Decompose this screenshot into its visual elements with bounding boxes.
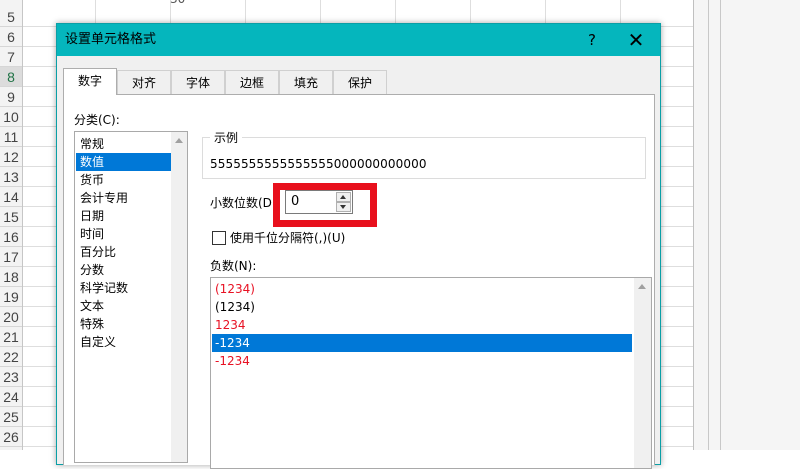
category-item[interactable]: 会计专用 <box>76 189 171 207</box>
negative-format-item[interactable]: (1234) <box>212 298 632 316</box>
category-item[interactable]: 分数 <box>76 261 171 279</box>
negative-format-item-selected[interactable]: -1234 <box>212 334 632 352</box>
category-item[interactable]: 特殊 <box>76 315 171 333</box>
help-icon[interactable]: ? <box>570 24 614 56</box>
row-header-column: 5 6 7 8 9 10 11 12 13 14 15 16 17 18 19 20 21 22 23 24 25 26 <box>0 0 23 450</box>
row-number[interactable]: 7 <box>0 47 22 67</box>
category-item[interactable]: 自定义 <box>76 333 171 351</box>
close-icon[interactable]: ✕ <box>614 24 658 56</box>
right-pane <box>693 0 800 450</box>
negative-scrollbar[interactable] <box>634 278 651 468</box>
category-item[interactable]: 时间 <box>76 225 171 243</box>
row-number[interactable]: 14 <box>0 187 22 207</box>
sample-label: 示例 <box>210 129 243 146</box>
row-number[interactable]: 23 <box>0 367 22 387</box>
row-number[interactable]: 9 <box>0 87 22 107</box>
partial-cell-text: 30 <box>170 0 185 6</box>
row-number[interactable]: 6 <box>0 27 22 47</box>
row-number[interactable]: 12 <box>0 147 22 167</box>
row-number[interactable]: 18 <box>0 267 22 287</box>
thousands-separator-label[interactable]: 使用千位分隔符(,)(U) <box>230 229 345 246</box>
category-item[interactable]: 百分比 <box>76 243 171 261</box>
tab-protection[interactable]: 保护 <box>333 70 387 94</box>
format-cells-dialog: 设置单元格格式 ? ✕ 数字 对齐 字体 边框 填充 保护 分类(C): 常规 … <box>56 23 661 469</box>
row-number[interactable]: 25 <box>0 407 22 427</box>
thousands-separator-checkbox[interactable] <box>212 231 226 245</box>
row-number[interactable]: 22 <box>0 347 22 367</box>
category-item[interactable]: 日期 <box>76 207 171 225</box>
row-number[interactable]: 11 <box>0 127 22 147</box>
highlight-annotation-box <box>273 183 377 227</box>
tab-border[interactable]: 边框 <box>225 70 279 94</box>
row-number[interactable]: 8 <box>0 67 22 87</box>
row-number[interactable]: 26 <box>0 427 22 447</box>
row-number[interactable]: 19 <box>0 287 22 307</box>
tab-fill[interactable]: 填充 <box>279 70 333 94</box>
row-number[interactable]: 5 <box>0 7 22 27</box>
scroll-up-icon[interactable] <box>638 284 646 289</box>
dialog-titlebar[interactable]: 设置单元格格式 ? ✕ <box>57 24 660 56</box>
row-number[interactable]: 16 <box>0 227 22 247</box>
row-number[interactable]: 10 <box>0 107 22 127</box>
scroll-up-icon[interactable] <box>175 138 183 143</box>
tab-font[interactable]: 字体 <box>171 70 225 94</box>
row-number[interactable]: 13 <box>0 167 22 187</box>
category-item[interactable]: 货币 <box>76 171 171 189</box>
tab-number[interactable]: 数字 <box>63 68 117 95</box>
negative-format-item[interactable]: 1234 <box>212 316 632 334</box>
dialog-title: 设置单元格格式 <box>65 32 157 47</box>
row-number[interactable]: 17 <box>0 247 22 267</box>
negative-format-item[interactable]: (1234) <box>212 280 632 298</box>
category-item-selected[interactable]: 数值 <box>76 153 171 171</box>
sample-value: 5555555555555555000000000000 <box>210 157 427 171</box>
number-tab-panel: 分类(C): 常规 数值 货币 会计专用 日期 时间 百分比 分数 科学记数 文… <box>63 94 655 469</box>
category-item[interactable]: 文本 <box>76 297 171 315</box>
category-list[interactable]: 常规 数值 货币 会计专用 日期 时间 百分比 分数 科学记数 文本 特殊 自定… <box>74 131 188 463</box>
category-item[interactable]: 常规 <box>76 135 171 153</box>
negative-numbers-list[interactable]: (1234) (1234) 1234 -1234 -1234 <box>210 277 652 469</box>
negative-numbers-label: 负数(N): <box>210 259 257 273</box>
row-number[interactable]: 24 <box>0 387 22 407</box>
negative-format-item[interactable]: -1234 <box>212 352 632 370</box>
category-scrollbar[interactable] <box>171 132 187 462</box>
row-number[interactable]: 15 <box>0 207 22 227</box>
category-item[interactable]: 科学记数 <box>76 279 171 297</box>
row-number[interactable]: 21 <box>0 327 22 347</box>
category-label: 分类(C): <box>74 113 120 127</box>
row-number[interactable]: 20 <box>0 307 22 327</box>
decimal-places-label: 小数位数(D <box>210 196 272 210</box>
tab-alignment[interactable]: 对齐 <box>117 70 171 94</box>
